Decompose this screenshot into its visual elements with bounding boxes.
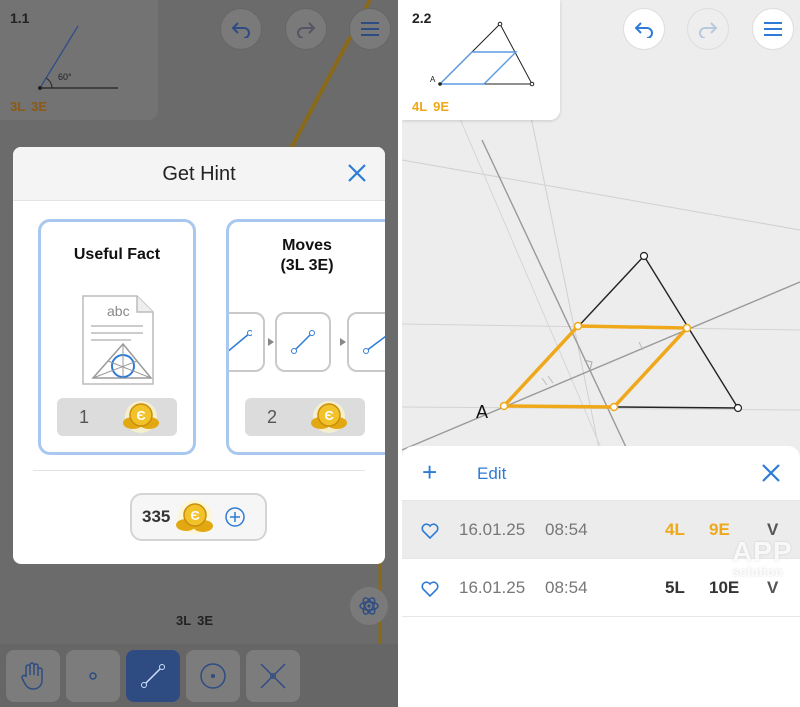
moves-title-line2: (3L 3E) xyxy=(280,257,334,274)
redo-button[interactable] xyxy=(687,8,729,50)
move-step xyxy=(229,312,265,372)
svg-text:Є: Є xyxy=(325,408,334,423)
score-euclid: 3E xyxy=(31,99,48,114)
solution-euclid: 9E xyxy=(709,519,730,539)
score-lines: 3L xyxy=(10,99,26,114)
thumb-point-label: A xyxy=(430,75,436,84)
solution-date: 16.01.25 xyxy=(459,577,526,597)
tool-bar xyxy=(0,644,398,707)
move-step xyxy=(347,312,385,372)
redo-button[interactable] xyxy=(285,8,327,50)
solution-date: 16.01.25 xyxy=(459,519,526,539)
level-card[interactable]: 1.1 60° 3L 3E xyxy=(0,0,158,120)
document-icon: abc xyxy=(82,295,154,385)
coin-balance[interactable]: 335 Є xyxy=(130,493,267,541)
line-step-icon xyxy=(291,330,315,354)
line-through-a xyxy=(402,281,800,451)
level-thumbnail: A xyxy=(430,21,535,87)
point-label-a: A xyxy=(476,402,489,422)
menu-icon xyxy=(764,22,782,36)
point-icon xyxy=(89,672,97,680)
line-tool[interactable] xyxy=(126,650,180,702)
useful-fact-cost: 1 Є xyxy=(57,398,177,436)
heart-icon[interactable] xyxy=(420,580,440,598)
edit-button[interactable]: Edit xyxy=(477,464,506,484)
modal-header: Get Hint xyxy=(13,147,385,201)
score-lines: 4L xyxy=(412,99,428,114)
solution-euclid: 10E xyxy=(709,577,740,597)
level-score: 4L 9E xyxy=(412,99,455,114)
coins-icon: Є xyxy=(311,401,347,433)
score-euclid: 9E xyxy=(433,99,450,114)
intersect-tool[interactable] xyxy=(246,650,300,702)
level-score: 3L 3E xyxy=(10,99,53,114)
point-tool[interactable] xyxy=(66,650,120,702)
current-score-lines: 3L xyxy=(176,613,192,628)
add-coins-icon[interactable] xyxy=(224,506,246,528)
coin-balance-value: 335 xyxy=(142,507,171,526)
construction-line xyxy=(481,139,633,461)
useful-fact-card[interactable]: Useful Fact abc 1 Є xyxy=(38,219,196,455)
arrow-right-icon xyxy=(340,338,346,346)
solution-lines: 4L xyxy=(665,519,685,539)
moves-cost-value: 2 xyxy=(266,406,277,427)
circle-icon xyxy=(200,663,226,689)
document-text: abc xyxy=(107,303,130,319)
current-score-euclid: 3E xyxy=(197,613,214,628)
intersect-icon xyxy=(260,663,286,689)
redo-icon xyxy=(297,22,316,38)
watermark: APP solution xyxy=(732,536,793,579)
moves-title-line1: Moves xyxy=(282,237,332,254)
divider xyxy=(33,470,365,471)
triangle xyxy=(502,254,740,409)
angle-label: 60° xyxy=(58,72,72,82)
level-thumbnail: 60° xyxy=(38,25,118,90)
moves-title: Moves (3L 3E) xyxy=(229,236,385,276)
atom-button[interactable] xyxy=(350,587,388,625)
menu-button[interactable] xyxy=(349,8,391,50)
solution-lines: 5L xyxy=(665,577,685,597)
sheet-header: + Edit xyxy=(402,446,800,501)
close-icon[interactable] xyxy=(345,161,369,185)
current-score: 3L 3E xyxy=(176,613,219,628)
arrow-right-icon xyxy=(268,338,274,346)
useful-fact-title: Useful Fact xyxy=(73,246,161,263)
undo-button[interactable] xyxy=(220,8,262,50)
useful-fact-cost-value: 1 xyxy=(78,406,89,427)
svg-text:Є: Є xyxy=(137,408,146,423)
hand-icon xyxy=(21,662,43,690)
level-id: 1.1 xyxy=(10,10,30,26)
left-screen: 1.1 60° 3L 3E 3L 3E Get Hint Useful Fact… xyxy=(0,0,398,707)
svg-text:Є: Є xyxy=(191,508,200,523)
move-step xyxy=(275,312,331,372)
line-step-icon xyxy=(229,330,252,352)
close-icon[interactable] xyxy=(760,462,782,484)
right-screen: A 2.2 A 4L 9E + Edit 16.01.25 08:54 4L 9… xyxy=(402,0,800,707)
solution-time: 08:54 xyxy=(545,519,588,539)
undo-button[interactable] xyxy=(623,8,665,50)
menu-icon xyxy=(361,22,379,36)
undo-icon xyxy=(634,22,653,38)
menu-button[interactable] xyxy=(752,8,794,50)
moves-card[interactable]: Moves (3L 3E) 2 Є xyxy=(226,219,385,455)
coins-icon: Є xyxy=(123,401,159,433)
get-hint-modal: Get Hint Useful Fact abc 1 Є Moves (3L 3… xyxy=(13,147,385,564)
solution-time: 08:54 xyxy=(545,577,588,597)
moves-cost: 2 Є xyxy=(245,398,365,436)
circle-tool[interactable] xyxy=(186,650,240,702)
undo-icon xyxy=(231,22,250,38)
atom-icon xyxy=(359,597,379,615)
hand-tool[interactable] xyxy=(6,650,60,702)
solution-v: V xyxy=(767,577,779,597)
modal-title: Get Hint xyxy=(162,163,236,185)
level-card[interactable]: 2.2 A 4L 9E xyxy=(402,0,560,120)
line-icon xyxy=(141,664,165,688)
redo-icon xyxy=(699,22,718,38)
coins-icon: Є xyxy=(176,500,214,534)
add-button[interactable]: + xyxy=(422,459,437,485)
heart-icon[interactable] xyxy=(420,522,440,540)
line-step-icon xyxy=(363,335,385,354)
